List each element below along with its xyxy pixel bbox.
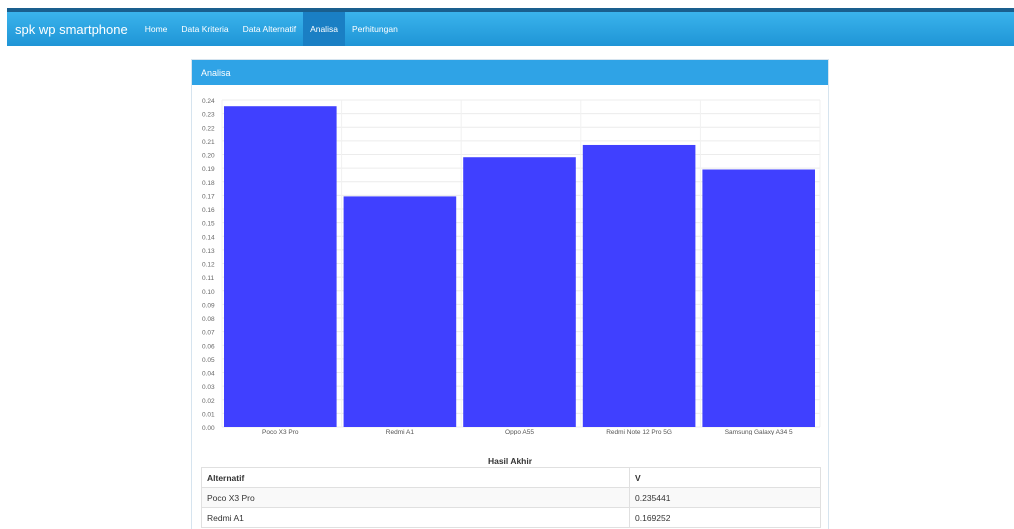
bar-chart: 0.00 0.01 0.02 0.03 0.04 0.05 0.06 0.07 0.08 0.09… <box>202 98 821 435</box>
table-row: Redmi A1 0.169252 <box>201 507 821 528</box>
x-tick-label: Samsung Galaxy A34 5 <box>725 429 793 435</box>
y-tick-label: 0.03 <box>202 384 215 391</box>
panel-heading: Analisa <box>192 60 828 85</box>
y-tick-label: 0.08 <box>202 316 215 323</box>
y-tick-label: 0.13 <box>202 248 215 255</box>
cell-v: 0.235441 <box>629 487 821 508</box>
y-tick-label: 0.18 <box>202 180 215 187</box>
bar <box>463 157 576 427</box>
y-tick-label: 0.05 <box>202 357 215 364</box>
table-header-row: Alternatif V <box>201 467 821 488</box>
x-tick-label: Poco X3 Pro <box>262 429 299 435</box>
nav-item-perhitungan[interactable]: Perhitungan <box>345 12 405 46</box>
nav-item-analisa[interactable]: Analisa <box>303 12 345 46</box>
y-tick-label: 0.17 <box>202 193 215 200</box>
y-tick-label: 0.00 <box>202 425 215 432</box>
bar <box>702 169 815 428</box>
cell-alternatif: Redmi A1 <box>201 507 630 528</box>
result-table: Alternatif V Poco X3 Pro 0.235441 Redmi … <box>201 467 821 528</box>
cell-alternatif: Poco X3 Pro <box>201 487 630 508</box>
bar <box>343 196 457 427</box>
y-tick-label: 0.11 <box>202 275 215 282</box>
header-alternatif: Alternatif <box>201 467 630 488</box>
analisa-panel: Analisa 0.00 0.01 0.02 0.03 0.04 0.05 0.06 0.07… <box>191 59 829 529</box>
y-tick-label: 0.09 <box>202 302 215 309</box>
y-tick-label: 0.16 <box>202 207 215 214</box>
y-tick-label: 0.12 <box>202 262 215 269</box>
x-tick-label: Redmi Note 12 Pro 5G <box>606 429 672 435</box>
bar <box>224 106 337 427</box>
top-navbar: spk wp smartphone Home Data Kriteria Dat… <box>7 8 1014 46</box>
y-tick-label: 0.23 <box>202 112 215 119</box>
y-tick-label: 0.20 <box>202 153 215 160</box>
y-tick-label: 0.24 <box>202 98 215 105</box>
y-tick-label: 0.06 <box>202 343 215 350</box>
y-tick-label: 0.19 <box>202 166 215 173</box>
y-tick-label: 0.07 <box>202 330 215 337</box>
table-row: Poco X3 Pro 0.235441 <box>201 487 821 508</box>
y-tick-label: 0.14 <box>202 234 215 241</box>
x-tick-label: Redmi A1 <box>386 429 415 435</box>
y-tick-label: 0.02 <box>202 398 215 405</box>
brand-link[interactable]: spk wp smartphone <box>7 22 138 37</box>
y-tick-label: 0.10 <box>202 289 215 296</box>
cell-v: 0.169252 <box>629 507 821 528</box>
x-tick-label: Oppo A55 <box>505 429 534 435</box>
y-tick-label: 0.04 <box>202 371 215 378</box>
nav-item-data-kriteria[interactable]: Data Kriteria <box>174 12 235 46</box>
y-tick-label: 0.15 <box>202 221 215 228</box>
nav-item-data-alternatif[interactable]: Data Alternatif <box>236 12 303 46</box>
y-tick-label: 0.21 <box>202 139 215 146</box>
y-tick-label: 0.22 <box>202 125 215 132</box>
result-title: Hasil Akhir <box>487 456 533 466</box>
header-v: V <box>629 467 821 488</box>
nav-item-home[interactable]: Home <box>138 12 175 46</box>
y-tick-label: 0.01 <box>202 411 215 418</box>
bar <box>582 144 696 427</box>
